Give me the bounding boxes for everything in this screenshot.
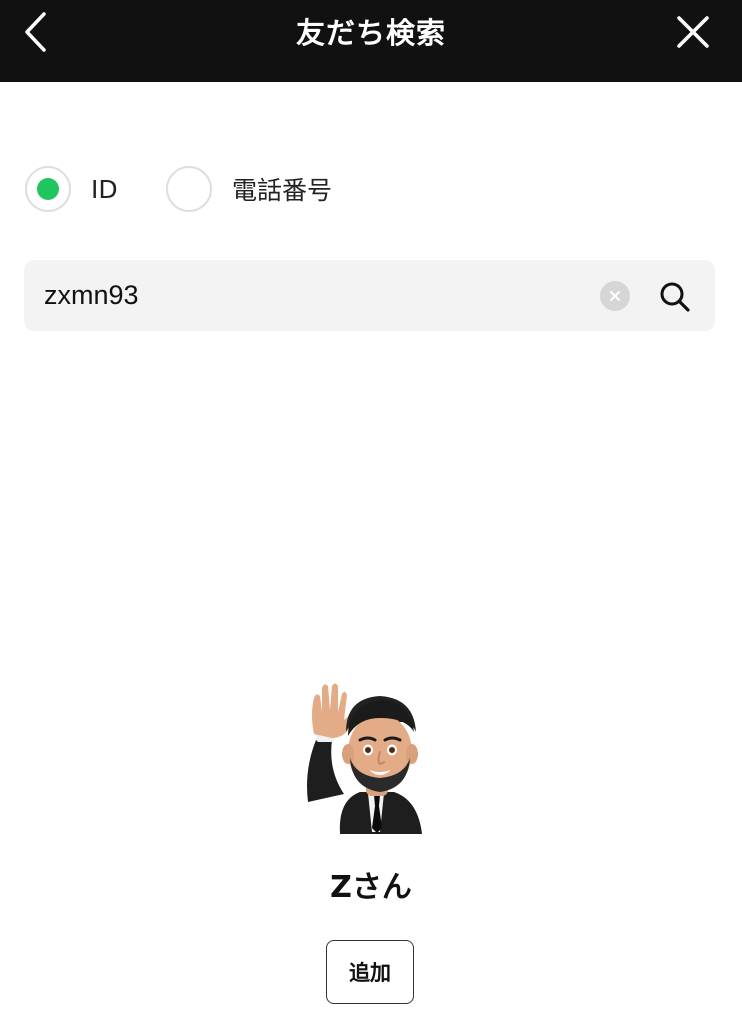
search-bar bbox=[24, 260, 715, 331]
add-friend-button[interactable]: 追加 bbox=[326, 940, 414, 1004]
memoji-waving-avatar bbox=[307, 683, 422, 834]
user-name: Zさん bbox=[330, 870, 412, 905]
radio-option-phone[interactable]: 電話番号 bbox=[166, 166, 332, 212]
radio-option-id[interactable]: ID bbox=[25, 166, 118, 212]
app-header: 友だち検索 bbox=[0, 0, 742, 82]
close-button[interactable] bbox=[672, 12, 714, 52]
clear-icon bbox=[610, 291, 620, 301]
user-avatar bbox=[302, 674, 442, 834]
radio-label-id: ID bbox=[91, 174, 118, 204]
search-button[interactable] bbox=[656, 278, 694, 316]
search-input[interactable] bbox=[44, 260, 604, 331]
close-icon bbox=[677, 16, 709, 48]
radio-button-id[interactable] bbox=[25, 166, 71, 212]
page-title: 友だち検索 bbox=[295, 16, 446, 50]
clear-button[interactable] bbox=[600, 281, 630, 311]
radio-button-phone[interactable] bbox=[166, 166, 212, 212]
search-type-selector: ID 電話番号 bbox=[25, 166, 525, 212]
search-icon bbox=[660, 282, 690, 312]
radio-label-phone: 電話番号 bbox=[232, 176, 333, 205]
radio-selected-dot bbox=[37, 178, 59, 200]
